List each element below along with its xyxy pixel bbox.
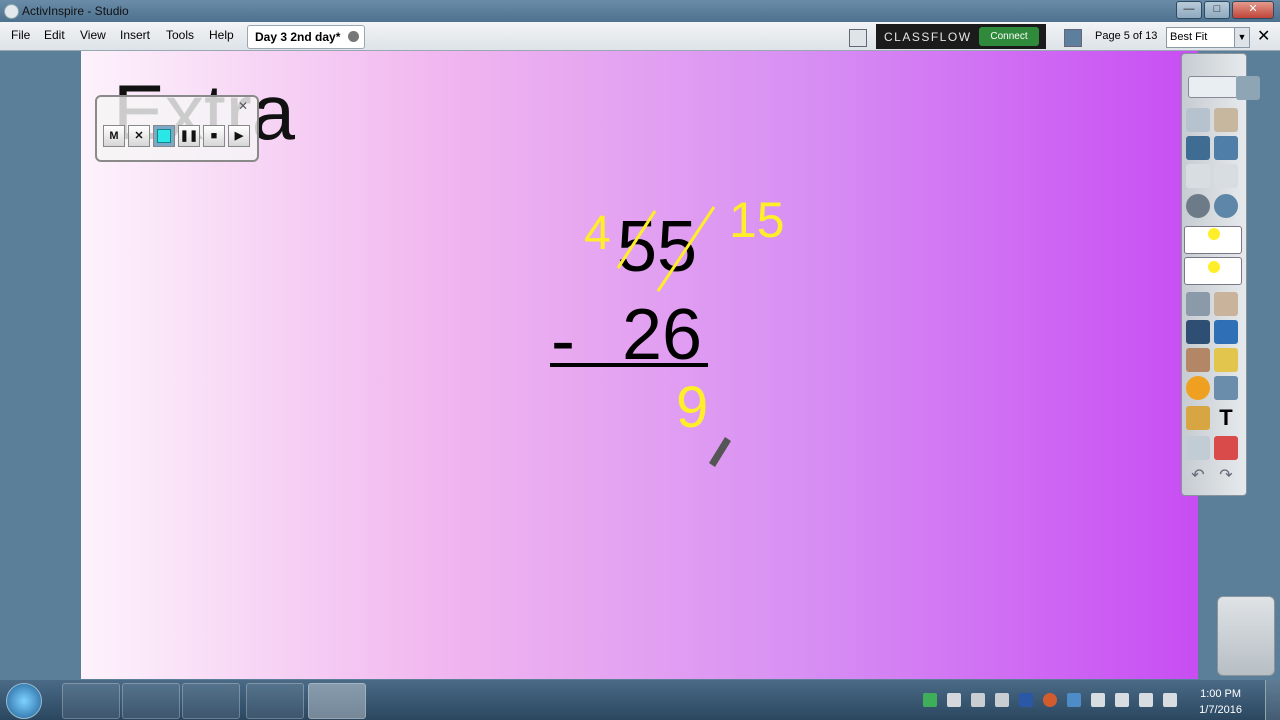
app-icon xyxy=(4,4,19,19)
action-center-icon[interactable] xyxy=(1091,693,1105,707)
menu-tools[interactable]: Tools xyxy=(166,28,194,42)
wifi-icon[interactable] xyxy=(1139,693,1153,707)
recorder-pause-button[interactable]: ❚❚ xyxy=(178,125,200,147)
clock-date: 1/7/2016 xyxy=(1199,704,1242,716)
text-icon[interactable]: T xyxy=(1214,406,1238,430)
tray-app-icon[interactable] xyxy=(947,693,961,707)
menu-view[interactable]: View xyxy=(80,28,106,42)
minimize-button[interactable]: — xyxy=(1176,1,1202,19)
menu-help[interactable]: Help xyxy=(209,28,234,42)
recorder-close-icon[interactable]: ✕ xyxy=(235,99,251,113)
show-desktop-button[interactable] xyxy=(1265,680,1280,720)
user-icon[interactable] xyxy=(1236,76,1260,100)
security-icon[interactable] xyxy=(923,693,937,707)
play-icon[interactable] xyxy=(1186,194,1210,218)
region-icon xyxy=(157,129,171,144)
menu-bar: File Edit View Insert Tools Help xyxy=(0,22,1280,51)
background-icon[interactable] xyxy=(1186,136,1210,160)
volume-icon[interactable] xyxy=(1163,693,1177,707)
menu-insert[interactable]: Insert xyxy=(120,28,150,42)
color-swatch-icon xyxy=(1208,228,1220,240)
chevron-down-icon: ▼ xyxy=(1234,28,1249,47)
page-indicator: Page 5 of 13 xyxy=(1095,30,1158,42)
window-controls: — □ ✕ xyxy=(1176,1,1274,19)
eraser-icon[interactable] xyxy=(1186,348,1210,372)
highlight-swatch-icon xyxy=(1208,261,1220,273)
recorder-cancel-button[interactable]: ✕ xyxy=(128,125,150,147)
page-browser-icon[interactable] xyxy=(1214,108,1238,132)
recorder-region-button[interactable] xyxy=(153,125,175,147)
internet-explorer-icon[interactable] xyxy=(62,683,120,719)
marker-icon[interactable] xyxy=(1214,320,1238,344)
handwritten-ones: 15 xyxy=(729,192,785,248)
update-icon[interactable] xyxy=(1043,693,1057,707)
web-icon[interactable] xyxy=(1214,194,1238,218)
file-explorer-icon[interactable] xyxy=(122,683,180,719)
undo-icon[interactable]: ↶ xyxy=(1186,464,1210,488)
main-toolbox: T ↶ ↷ xyxy=(1181,53,1260,496)
handwritten-tens: 4 xyxy=(584,207,611,260)
strike-through-mark xyxy=(656,206,716,292)
pen-cursor-icon xyxy=(709,437,731,467)
document-tab-label: Day 3 2nd day* xyxy=(255,30,341,44)
window-title: ActivInspire - Studio xyxy=(22,4,129,18)
fill-icon[interactable] xyxy=(1214,348,1238,372)
vc-icon[interactable] xyxy=(1019,693,1033,707)
printer-icon[interactable] xyxy=(995,693,1009,707)
classflow-logo: CLASSFLOW xyxy=(884,30,972,44)
display-icon[interactable] xyxy=(971,693,985,707)
highlighter-icon[interactable] xyxy=(1186,320,1210,344)
pointer-icon[interactable] xyxy=(1186,292,1210,316)
screen-icon[interactable] xyxy=(1214,136,1238,160)
connector-icon[interactable] xyxy=(1214,376,1238,400)
bluetooth-icon[interactable] xyxy=(1067,693,1081,707)
recorder-toolbar: ✕ M ✕ ❚❚ ■ ▶ xyxy=(95,95,259,162)
recorder-play-button[interactable]: ▶ xyxy=(228,125,250,147)
media-player-icon[interactable] xyxy=(182,683,240,719)
magic-ink-icon[interactable] xyxy=(1214,292,1238,316)
browser-icon[interactable] xyxy=(1186,108,1210,132)
tab-close-icon[interactable] xyxy=(348,31,359,42)
next-page-icon[interactable] xyxy=(1214,164,1238,188)
clock-icon[interactable] xyxy=(1186,406,1210,430)
toolbox-menu-icon[interactable] xyxy=(1188,76,1238,98)
power-icon[interactable] xyxy=(1115,693,1129,707)
trash-icon[interactable] xyxy=(1217,596,1275,676)
redo-icon[interactable]: ↷ xyxy=(1214,464,1238,488)
spotlight-icon[interactable] xyxy=(1186,436,1210,460)
network-icon[interactable] xyxy=(1064,29,1082,47)
start-button[interactable] xyxy=(6,683,42,719)
reset-icon[interactable] xyxy=(1214,436,1238,460)
classflow-panel: CLASSFLOW Connect xyxy=(876,24,1046,49)
clock-time: 1:00 PM xyxy=(1200,688,1242,700)
maximize-button[interactable]: □ xyxy=(1204,1,1230,19)
collapse-icon[interactable]: ✕ xyxy=(1257,29,1275,47)
title-bar: ActivInspire - Studio — □ ✕ xyxy=(0,0,1280,22)
chrome-icon[interactable] xyxy=(246,683,304,719)
recorder-mode-button[interactable]: M xyxy=(103,125,125,147)
clock[interactable]: 1:00 PM 1/7/2016 xyxy=(1199,686,1242,718)
connect-button[interactable]: Connect xyxy=(979,27,1039,46)
zoom-value: Best Fit xyxy=(1170,31,1208,43)
menu-edit[interactable]: Edit xyxy=(44,28,65,42)
menu-file[interactable]: File xyxy=(11,28,30,42)
document-tab[interactable]: Day 3 2nd day* xyxy=(247,25,365,49)
zoom-select[interactable]: Best Fit ▼ xyxy=(1166,27,1250,48)
previous-page-icon[interactable] xyxy=(1186,164,1210,188)
close-button[interactable]: ✕ xyxy=(1232,1,1274,19)
activinspire-icon[interactable] xyxy=(308,683,366,719)
strike-through-mark xyxy=(616,210,657,269)
taskbar: 1:00 PM 1/7/2016 xyxy=(0,680,1280,720)
recorder-stop-button[interactable]: ■ xyxy=(203,125,225,147)
shape-icon[interactable] xyxy=(1186,376,1210,400)
page-view-icon[interactable] xyxy=(849,29,867,47)
handwritten-answer: 9 xyxy=(676,375,708,440)
